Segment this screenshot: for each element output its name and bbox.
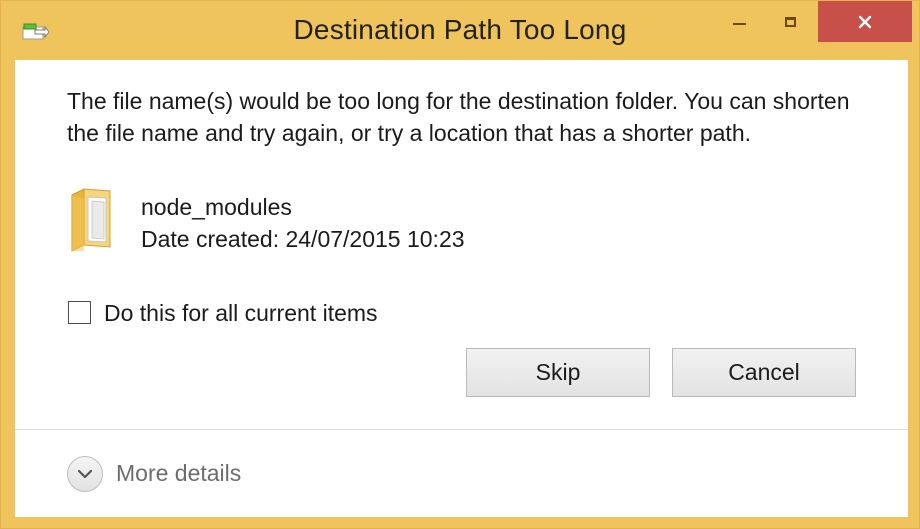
minimize-button[interactable] bbox=[726, 1, 753, 42]
maximize-icon bbox=[785, 16, 796, 27]
skip-button[interactable]: Skip bbox=[466, 348, 650, 397]
dialog-footer: More details bbox=[15, 430, 908, 517]
all-items-checkbox[interactable] bbox=[68, 301, 91, 324]
minimize-icon bbox=[733, 22, 746, 25]
more-details-link[interactable]: More details bbox=[116, 460, 241, 487]
item-name: node_modules bbox=[141, 194, 292, 220]
dialog-content: The file name(s) would be too long for t… bbox=[15, 60, 908, 517]
close-button[interactable] bbox=[818, 1, 912, 42]
more-details-toggle[interactable] bbox=[67, 456, 103, 492]
all-items-checkbox-label[interactable]: Do this for all current items bbox=[104, 300, 378, 327]
maximize-button[interactable] bbox=[777, 1, 804, 42]
error-message: The file name(s) would be too long for t… bbox=[67, 88, 850, 146]
title-bar[interactable]: Destination Path Too Long bbox=[1, 1, 919, 59]
folder-icon bbox=[71, 188, 111, 252]
close-icon bbox=[858, 15, 872, 28]
item-date-created: Date created: 24/07/2015 10:23 bbox=[141, 226, 465, 252]
cancel-button[interactable]: Cancel bbox=[672, 348, 856, 397]
chevron-down-icon bbox=[77, 469, 93, 479]
dialog-window: Destination Path Too Long The file name(… bbox=[0, 0, 920, 529]
